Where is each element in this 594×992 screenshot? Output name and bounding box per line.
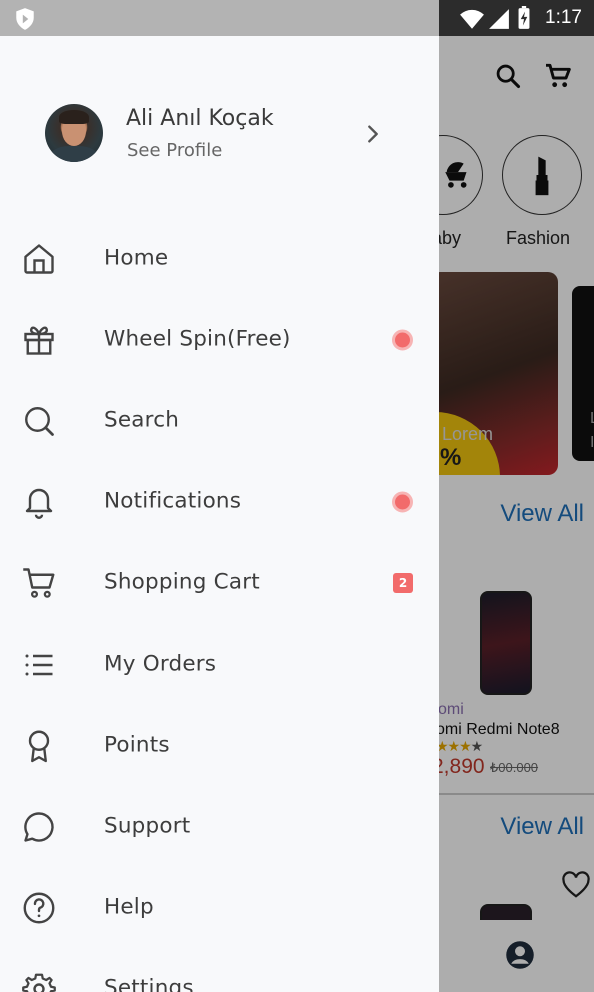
menu-item-notifications[interactable]: Notifications <box>0 462 439 543</box>
avatar-hair <box>59 110 89 124</box>
chat-icon <box>24 812 54 842</box>
home-icon <box>24 243 54 274</box>
menu-label: My Orders <box>104 650 217 676</box>
navigation-drawer: Ali Anıl Koçak See Profile Home Wheel Sp… <box>0 36 439 992</box>
menu-item-shopping-cart[interactable]: Shopping Cart 2 <box>0 543 439 624</box>
menu-item-settings[interactable]: Settings <box>0 949 439 992</box>
menu-label: Settings <box>104 975 194 992</box>
menu-item-search[interactable]: Search <box>0 380 439 461</box>
gift-icon <box>24 326 54 355</box>
menu-label: Points <box>104 731 170 757</box>
wifi-icon <box>460 9 484 29</box>
award-icon <box>28 730 50 762</box>
status-bar-right: 1:17 <box>439 0 594 36</box>
menu-label: Home <box>104 244 169 270</box>
drawer-menu: Home Wheel Spin(Free) Search Notificatio… <box>0 218 439 992</box>
menu-item-wheel-spin[interactable]: Wheel Spin(Free) <box>0 299 439 380</box>
avatar-body <box>49 146 99 162</box>
menu-item-home[interactable]: Home <box>0 218 439 299</box>
bell-icon <box>25 488 53 520</box>
cart-icon <box>23 568 55 599</box>
menu-label: Shopping Cart <box>104 569 260 595</box>
menu-label: Support <box>104 813 191 839</box>
menu-item-my-orders[interactable]: My Orders <box>0 624 439 705</box>
menu-label: Search <box>104 407 180 433</box>
clock: 1:17 <box>545 7 582 28</box>
search-icon <box>25 407 54 436</box>
battery-charging-icon <box>518 6 530 29</box>
settings-icon <box>22 973 56 992</box>
menu-label: Wheel Spin(Free) <box>104 326 291 352</box>
help-circle-icon <box>23 892 55 924</box>
shield-icon <box>16 8 34 30</box>
cart-count-badge: 2 <box>393 573 413 594</box>
menu-item-help[interactable]: Help <box>0 868 439 949</box>
see-profile-link[interactable]: See Profile <box>127 140 222 161</box>
menu-label: Help <box>104 894 154 920</box>
chevron-right-icon[interactable] <box>362 122 384 146</box>
menu-label: Notifications <box>104 488 242 514</box>
list-icon <box>25 654 53 676</box>
avatar[interactable] <box>45 104 103 162</box>
status-bar: 1:17 <box>0 0 594 36</box>
profile-header[interactable]: Ali Anıl Koçak See Profile <box>0 98 439 174</box>
signal-icon <box>489 9 509 29</box>
notification-dot <box>392 491 413 513</box>
menu-item-support[interactable]: Support <box>0 786 439 867</box>
notification-dot <box>392 329 413 351</box>
menu-item-points[interactable]: Points <box>0 705 439 786</box>
profile-name: Ali Anıl Koçak <box>126 106 274 131</box>
